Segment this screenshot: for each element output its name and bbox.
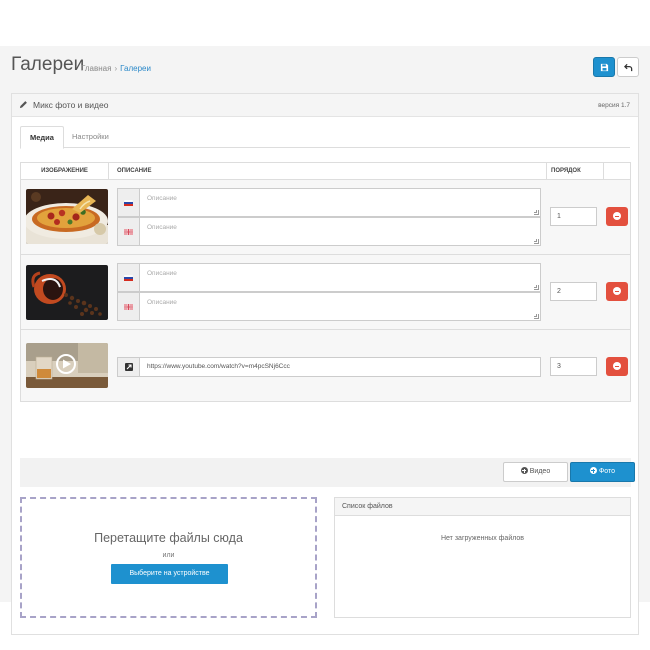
panel-title: Микс фото и видео xyxy=(33,100,109,110)
column-header-description: ОПИСАНИЕ xyxy=(110,163,547,180)
resize-grip[interactable] xyxy=(534,314,539,319)
file-list-empty-message: Нет загруженных файлов xyxy=(440,535,525,542)
pizza-thumbnail[interactable] xyxy=(26,189,108,244)
dropzone-or: или xyxy=(162,552,175,559)
breadcrumb-home-link[interactable]: Главная xyxy=(81,64,111,73)
description-placeholder: Описание xyxy=(147,270,177,277)
add-video-label: Видео xyxy=(529,468,551,475)
uk-flag-icon xyxy=(124,304,133,310)
column-header-order: ПОРЯДОК xyxy=(548,163,604,180)
order-input[interactable]: 3 xyxy=(550,357,597,376)
add-media-bar: Видео Фото xyxy=(20,458,635,487)
add-photo-label: Фото xyxy=(598,468,616,475)
page-title: Галереи xyxy=(11,54,85,75)
breadcrumb: Главная › Галереи xyxy=(81,64,151,73)
description-placeholder: Описание xyxy=(147,299,177,306)
description-field-ru[interactable]: Описание xyxy=(117,263,541,292)
undo-arrow-icon xyxy=(624,63,633,72)
delete-button[interactable] xyxy=(606,357,628,376)
choose-file-button[interactable]: Выберите на устройстве xyxy=(111,564,228,584)
table-row: https://www.youtube.com/watch?v=m4pcSNj6… xyxy=(21,330,630,401)
description-field-en[interactable]: Описание xyxy=(117,217,541,246)
plus-circle-icon xyxy=(520,467,528,474)
delete-button[interactable] xyxy=(606,282,628,301)
order-input[interactable]: 1 xyxy=(550,207,597,226)
russia-flag-icon xyxy=(124,275,133,281)
flag-addon xyxy=(118,189,140,216)
resize-grip[interactable] xyxy=(534,239,539,244)
russia-flag-icon xyxy=(124,200,133,206)
table-header: ИЗОБРАЖЕНИЕ ОПИСАНИЕ ПОРЯДОК xyxy=(21,163,630,180)
flag-addon xyxy=(118,264,140,291)
back-button[interactable] xyxy=(617,57,639,77)
coffee-thumbnail[interactable] xyxy=(26,265,108,320)
table-row: Описание Описание 2 xyxy=(21,255,630,330)
pencil-icon xyxy=(19,101,27,109)
description-field-en[interactable]: Описание xyxy=(117,292,541,321)
app-window: Галереи Главная › Галереи Микс фото и виде… xyxy=(0,46,650,635)
floppy-disk-icon xyxy=(600,63,609,72)
file-list-panel: Список файлов Нет загруженных файлов xyxy=(334,497,631,618)
resize-grip[interactable] xyxy=(534,285,539,290)
description-field-ru[interactable]: Описание xyxy=(117,188,541,217)
description-placeholder: Описание xyxy=(147,195,177,202)
file-list-heading: Список файлов xyxy=(335,498,630,516)
tab-media[interactable]: Медиа xyxy=(20,126,64,149)
breadcrumb-current-link[interactable]: Галереи xyxy=(120,64,151,73)
tabs: Медиа Настройки xyxy=(20,126,630,149)
plus-circle-icon xyxy=(589,467,597,474)
delete-button[interactable] xyxy=(606,207,628,226)
video-thumbnail[interactable] xyxy=(26,343,108,388)
tab-settings[interactable]: Настройки xyxy=(63,126,118,149)
add-photo-button[interactable]: Фото xyxy=(570,462,635,482)
description-placeholder: Описание xyxy=(147,224,177,231)
flag-addon xyxy=(118,293,140,320)
panel-heading: Микс фото и видео версия 1.7 xyxy=(12,94,638,117)
gallery-panel: Микс фото и видео версия 1.7 Медиа Настр… xyxy=(11,93,639,635)
breadcrumb-separator: › xyxy=(114,64,118,73)
save-button[interactable] xyxy=(593,57,615,77)
column-header-image: ИЗОБРАЖЕНИЕ xyxy=(21,163,109,180)
resize-grip[interactable] xyxy=(534,210,539,215)
order-input[interactable]: 2 xyxy=(550,282,597,301)
uk-flag-icon xyxy=(124,229,133,235)
flag-addon xyxy=(118,218,140,245)
media-table: ИЗОБРАЖЕНИЕ ОПИСАНИЕ ПОРЯДОК Описание Оп… xyxy=(20,162,631,402)
video-url-value: https://www.youtube.com/watch?v=m4pcSNj6… xyxy=(147,363,290,370)
dropzone-title: Перетащите файлы сюда xyxy=(94,531,243,545)
video-url-field[interactable]: https://www.youtube.com/watch?v=m4pcSNj6… xyxy=(117,357,541,377)
file-dropzone[interactable]: Перетащите файлы сюда или Выберите на ус… xyxy=(20,497,317,618)
external-link-icon xyxy=(125,363,133,371)
version-label: версия 1.7 xyxy=(598,102,630,109)
table-row: Описание Описание 1 xyxy=(21,180,630,255)
add-video-button[interactable]: Видео xyxy=(503,462,568,482)
link-addon xyxy=(118,358,140,376)
